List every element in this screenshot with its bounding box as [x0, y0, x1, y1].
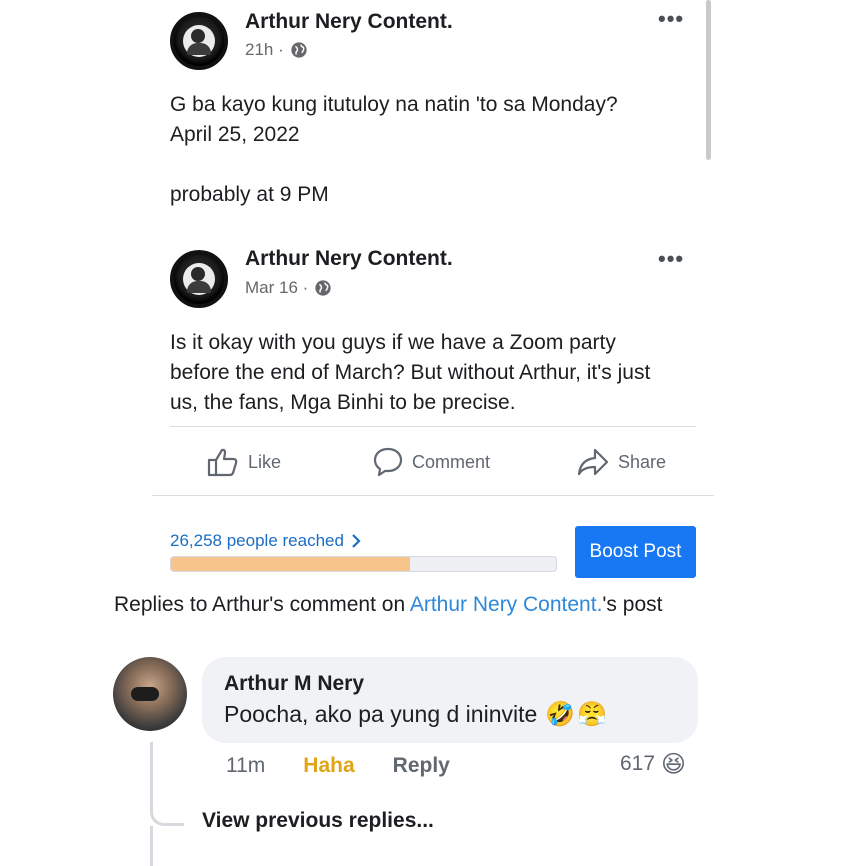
haha-emoji-icon: 😆 — [661, 750, 687, 778]
comment-button[interactable]: Comment — [372, 446, 490, 478]
post-time[interactable]: Mar 16 · — [245, 278, 308, 298]
post-text: Is it okay with you guys if we have a Zo… — [170, 328, 650, 418]
view-previous-replies-link[interactable]: View previous replies... — [202, 809, 434, 833]
divider — [152, 495, 714, 496]
thread-connector — [150, 800, 184, 826]
reach-progress-bar — [170, 556, 557, 572]
comment-label: Comment — [412, 451, 491, 472]
comment-body: Poocha, ako pa yung d ininvite — [224, 700, 538, 727]
commenter-avatar[interactable] — [113, 657, 187, 731]
replies-header-prefix: Replies to Arthur's comment on — [114, 593, 410, 616]
thread-line — [150, 742, 153, 804]
rofl-emoji-icon: 🤣 — [545, 700, 576, 728]
post-time[interactable]: 21h · — [245, 40, 284, 60]
comment-time[interactable]: 11m — [226, 754, 265, 778]
reaction-summary[interactable]: 617 😆 — [620, 750, 686, 778]
haha-reaction-button[interactable]: Haha — [303, 754, 354, 778]
reaction-count: 617 — [620, 752, 656, 775]
reply-button[interactable]: Reply — [393, 754, 450, 778]
reach-progress-fill — [171, 557, 410, 571]
page-avatar[interactable] — [170, 250, 228, 308]
comment-actions: 11m Haha Reply — [226, 754, 450, 778]
post-line: April 25, 2022 — [170, 123, 300, 146]
like-label: Like — [248, 451, 282, 472]
more-options-icon[interactable]: ••• — [658, 6, 684, 32]
people-reached-label: 26,258 people reached — [170, 531, 344, 550]
share-button[interactable]: Share — [576, 446, 666, 478]
replies-header-post: 's post — [602, 593, 663, 616]
globe-icon — [315, 280, 331, 296]
post-text: G ba kayo kung itutuloy na natin 'to sa … — [170, 90, 618, 210]
post-meta: 21h · — [245, 40, 308, 60]
like-button[interactable]: Like — [206, 446, 281, 478]
post-meta: Mar 16 · — [245, 278, 332, 298]
share-label: Share — [618, 451, 667, 472]
post-line: before the end of March? But without Art… — [170, 361, 651, 384]
chevron-right-icon — [352, 534, 361, 548]
scrollbar[interactable] — [706, 0, 711, 160]
post-line: G ba kayo kung itutuloy na natin 'to sa … — [170, 93, 618, 116]
page-avatar[interactable] — [170, 12, 228, 70]
post-author[interactable]: Arthur Nery Content. — [245, 247, 453, 271]
more-options-icon[interactable]: ••• — [658, 246, 684, 272]
boost-post-button[interactable]: Boost Post — [575, 526, 696, 578]
divider — [170, 426, 696, 427]
steam-face-emoji-icon: 😤 — [577, 700, 608, 728]
post-line: us, the fans, Mga Binhi to be precise. — [170, 391, 516, 414]
comment-author[interactable]: Arthur M Nery — [224, 672, 364, 696]
like-icon — [207, 448, 238, 477]
people-reached-link[interactable]: 26,258 people reached — [170, 531, 362, 551]
comment-text: Poocha, ako pa yung d ininvite 🤣 😤 — [224, 700, 607, 728]
share-icon — [577, 448, 609, 476]
globe-icon — [291, 42, 307, 58]
thread-line — [150, 826, 153, 866]
post-author[interactable]: Arthur Nery Content. — [245, 10, 453, 34]
replies-header: Replies to Arthur's comment on Arthur Ne… — [114, 593, 662, 617]
post-line — [170, 150, 618, 180]
page-link[interactable]: Arthur Nery Content. — [410, 593, 603, 616]
post-line: Is it okay with you guys if we have a Zo… — [170, 331, 616, 354]
post-line: probably at 9 PM — [170, 183, 329, 206]
comment-icon — [373, 447, 403, 477]
